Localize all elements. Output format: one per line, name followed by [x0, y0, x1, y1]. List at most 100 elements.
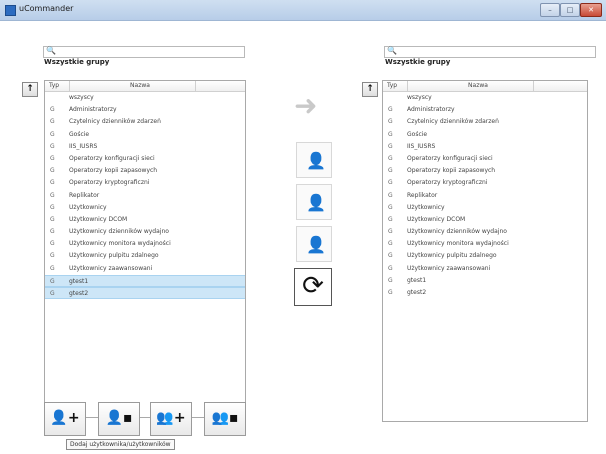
- swap-icon: ⟳: [302, 271, 324, 301]
- list-item-type: G: [50, 203, 55, 211]
- list-item-name: Użytkownicy pulpitu zdalnego: [69, 252, 159, 260]
- list-item[interactable]: G Użytkownicy zaawansowani: [45, 263, 245, 275]
- list-item-name: Goście: [69, 130, 90, 138]
- list-item-type: G: [50, 154, 55, 162]
- list-item-type: G: [50, 277, 55, 285]
- list-item-type: G: [50, 252, 55, 260]
- list-item-name: Operatorzy kopii zapasowych: [69, 167, 158, 175]
- list-item-type: G: [388, 191, 393, 199]
- list-item[interactable]: G IIS_IUSRS: [45, 141, 245, 153]
- transfer-arrow-icon: ➜: [294, 89, 318, 122]
- list-item[interactable]: G Użytkownicy: [383, 202, 587, 214]
- list-item[interactable]: G Replikator: [383, 190, 587, 202]
- app-icon: [5, 5, 16, 16]
- left-group-list[interactable]: Typ Nazwa wszyscy G Administratorzy G Czytel…: [44, 80, 246, 418]
- list-item[interactable]: G Użytkownicy dzienników wydajno: [45, 226, 245, 238]
- minimize-button[interactable]: –: [540, 3, 560, 17]
- swap-panels-button[interactable]: ⟳: [294, 268, 332, 306]
- add-users-icon: 👥+: [156, 410, 186, 426]
- list-item[interactable]: G Administratorzy: [383, 104, 587, 116]
- list-item[interactable]: G Użytkownicy zaawansowani: [383, 263, 587, 275]
- list-item[interactable]: G Operatorzy kopii zapasowych: [383, 165, 587, 177]
- list-item[interactable]: Ggtest1: [45, 274, 245, 287]
- add-users-button[interactable]: 👥+: [150, 402, 192, 436]
- remove-user-button[interactable]: 👤▪: [98, 402, 140, 436]
- list-item[interactable]: G Użytkownicy: [45, 202, 245, 214]
- list-item-name: Operatorzy kryptograficzni: [69, 179, 150, 187]
- list-item-type: G: [50, 290, 55, 297]
- list-item[interactable]: G Operatorzy kopii zapasowych: [45, 165, 245, 177]
- column-header-type[interactable]: Typ: [387, 82, 397, 89]
- list-item-type: G: [50, 130, 55, 138]
- list-item-name: Użytkownicy pulpitu zdalnego: [407, 252, 497, 260]
- list-item[interactable]: G Goście: [383, 129, 587, 141]
- list-item[interactable]: Ggtest2: [45, 287, 245, 300]
- remove-users-icon: 👥▪: [211, 410, 239, 426]
- list-item[interactable]: G Użytkownicy pulpitu zdalnego: [45, 250, 245, 262]
- list-item-name: wszyscy: [407, 94, 432, 101]
- list-item-name: IIS_IUSRS: [407, 142, 436, 150]
- list-item[interactable]: G Użytkownicy pulpitu zdalnego: [383, 250, 587, 262]
- user-move-icon: 👤: [306, 235, 326, 254]
- list-item[interactable]: G Operatorzy konfiguracji sieci: [383, 153, 587, 165]
- list-item[interactable]: G Użytkownicy DCOM: [383, 214, 587, 226]
- left-list-header: Typ Nazwa: [45, 81, 245, 92]
- list-item[interactable]: G IIS_IUSRS: [383, 141, 587, 153]
- list-item-name: gtest2: [407, 289, 427, 296]
- list-item-name: Użytkownicy dzienników wydajno: [69, 228, 169, 236]
- user-add-icon: 👤: [306, 151, 326, 170]
- maximize-button[interactable]: □: [560, 3, 580, 17]
- add-user-button[interactable]: 👤+: [44, 402, 86, 436]
- middle-remove-button: 👤: [296, 184, 332, 220]
- list-item-type: G: [388, 130, 393, 138]
- list-item[interactable]: G Operatorzy kryptograficzni: [383, 177, 587, 189]
- middle-add-button: 👤: [296, 142, 332, 178]
- main-client-area: 🔍 Wszystkie grupy ↑ Typ Nazwa wszyscy G Ad…: [8, 22, 598, 452]
- middle-move-button: 👤: [296, 226, 332, 262]
- list-item-type: G: [388, 264, 393, 272]
- column-header-name[interactable]: Nazwa: [423, 82, 533, 89]
- column-separator: [533, 81, 534, 91]
- list-item-type: G: [388, 118, 393, 126]
- list-item-type: G: [388, 252, 393, 260]
- list-item[interactable]: G Replikator: [45, 190, 245, 202]
- list-item-name: IIS_IUSRS: [69, 142, 98, 150]
- right-list-header: Typ Nazwa: [383, 81, 587, 92]
- right-group-list[interactable]: Typ Nazwa wszyscy G Administratorzy G Czytel…: [382, 80, 588, 422]
- list-item[interactable]: G Operatorzy konfiguracji sieci: [45, 153, 245, 165]
- list-item[interactable]: wszyscy: [45, 92, 245, 104]
- column-header-name[interactable]: Nazwa: [85, 82, 195, 89]
- list-item-name: Administratorzy: [407, 106, 455, 114]
- remove-users-button[interactable]: 👥▪: [204, 402, 246, 436]
- window-titlebar: uCommander – □ ✕: [0, 0, 606, 21]
- list-item-type: G: [50, 228, 55, 236]
- list-item-type: G: [388, 179, 393, 187]
- list-item[interactable]: Ggtest2: [383, 287, 587, 299]
- list-item[interactable]: G Goście: [45, 129, 245, 141]
- list-item[interactable]: G Użytkownicy monitora wydajności: [45, 238, 245, 250]
- list-item-type: G: [50, 167, 55, 175]
- list-item[interactable]: G Administratorzy: [45, 104, 245, 116]
- left-search-input[interactable]: 🔍: [43, 46, 245, 58]
- list-item[interactable]: G Czytelnicy dzienników zdarzeń: [383, 116, 587, 128]
- close-button[interactable]: ✕: [580, 3, 602, 17]
- list-item-type: G: [50, 179, 55, 187]
- search-icon: 🔍: [387, 46, 397, 55]
- list-item[interactable]: G Użytkownicy monitora wydajności: [383, 238, 587, 250]
- list-item-name: Replikator: [407, 191, 438, 199]
- left-up-button[interactable]: ↑: [22, 82, 38, 97]
- user-remove-icon: 👤: [306, 193, 326, 212]
- list-item[interactable]: G Czytelnicy dzienników zdarzeń: [45, 116, 245, 128]
- list-item-type: G: [388, 289, 393, 296]
- list-item-name: Operatorzy kryptograficzni: [407, 179, 488, 187]
- right-up-button[interactable]: ↑: [362, 82, 378, 97]
- column-separator: [69, 81, 70, 91]
- list-item[interactable]: G Użytkownicy DCOM: [45, 214, 245, 226]
- list-item[interactable]: G Operatorzy kryptograficzni: [45, 177, 245, 189]
- right-search-input[interactable]: 🔍: [384, 46, 596, 58]
- column-header-type[interactable]: Typ: [49, 82, 59, 89]
- list-item[interactable]: wszyscy: [383, 92, 587, 104]
- list-item[interactable]: Ggtest1: [383, 275, 587, 287]
- list-item[interactable]: G Użytkownicy dzienników wydajno: [383, 226, 587, 238]
- remove-user-icon: 👤▪: [105, 410, 133, 426]
